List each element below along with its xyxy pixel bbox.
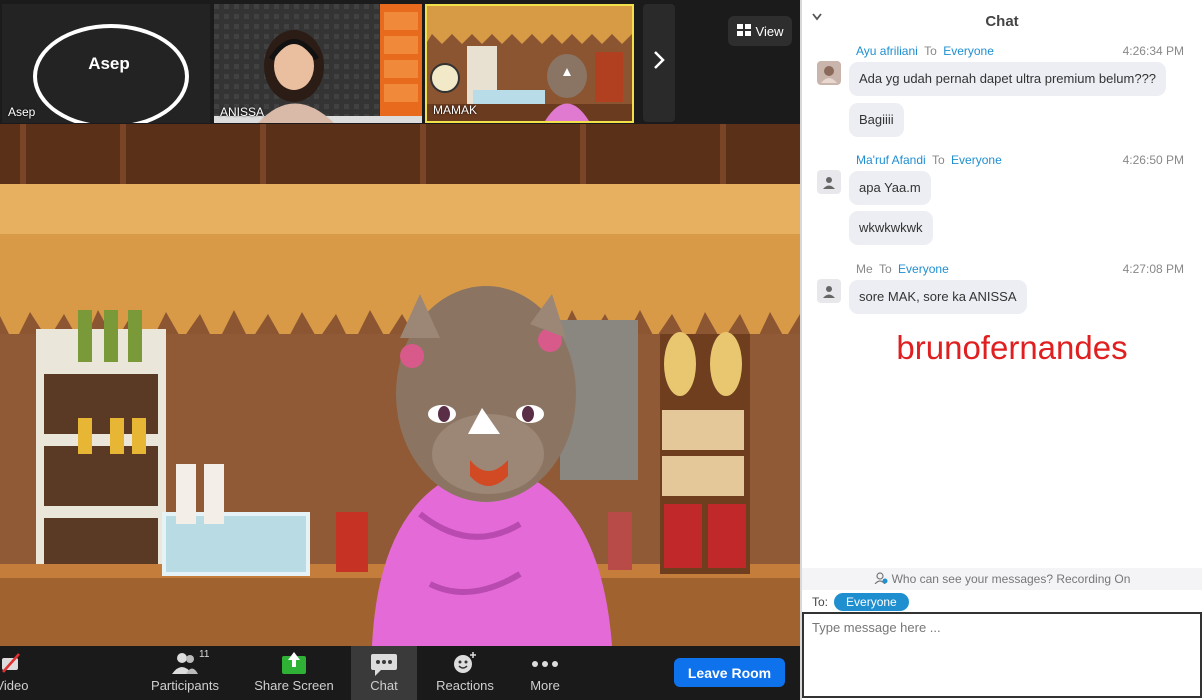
video-button[interactable]: Video: [0, 646, 30, 700]
participants-count-badge: 11: [199, 649, 210, 660]
message-time: 4:26:50 PM: [1122, 153, 1184, 167]
share-screen-label: Share Screen: [254, 678, 334, 693]
chat-header: Chat: [802, 0, 1202, 40]
participant-name-placeholder: Asep: [88, 54, 130, 73]
grid-view-icon: [736, 23, 751, 39]
emoji-add-icon: [432, 646, 498, 678]
reactions-label: Reactions: [436, 678, 494, 693]
participants-label: Participants: [151, 678, 219, 693]
message-meta: Ma'ruf Afandi To Everyone: [856, 153, 1002, 167]
chat-title: Chat: [985, 13, 1019, 30]
sender-name[interactable]: Ayu afriliani: [856, 44, 918, 58]
meeting-area: Asep Asep ANISSA MAMAK View ideo 11 Part…: [0, 0, 800, 700]
meeting-window: Asep Asep ANISSA MAMAK View ideo 11 Part…: [0, 0, 1202, 700]
chevron-right-icon: [652, 50, 666, 76]
message-bubble: Bagiiii: [849, 103, 904, 137]
participant-name-label: MAMAK: [433, 103, 478, 117]
to-word: To: [879, 262, 892, 276]
active-speaker-scene: [0, 124, 800, 646]
recipient-name: Everyone: [898, 262, 949, 276]
more-dots-icon: [516, 646, 574, 678]
chat-message-input[interactable]: [802, 612, 1202, 698]
participant-thumbnail-anissa[interactable]: ANISSA: [214, 4, 422, 123]
chat-button[interactable]: Chat: [351, 646, 417, 700]
to-word: To: [924, 44, 937, 58]
active-speaker-video: [0, 124, 800, 646]
chat-panel: Chat Ayu afriliani To Everyone 4:26:34 P…: [800, 0, 1202, 700]
meeting-toolbar: Video 11 Participants Share Screen C: [0, 646, 800, 700]
chat-privacy-notice[interactable]: Who can see your messages? Recording On: [802, 568, 1202, 590]
message-time: 4:27:08 PM: [1122, 262, 1184, 276]
chat-bubble-icon: [351, 646, 417, 678]
video-camera-icon: [0, 646, 30, 678]
message-time: 4:26:34 PM: [1122, 44, 1184, 58]
participant-name-label: Asep: [8, 105, 36, 119]
view-button-label: View: [755, 23, 784, 39]
message-bubble: sore MAK, sore ka ANISSA: [849, 280, 1027, 314]
reactions-button[interactable]: Reactions: [432, 646, 498, 700]
participants-icon: [148, 646, 222, 678]
message-meta: Me To Everyone: [856, 262, 949, 276]
view-button[interactable]: View: [728, 16, 792, 46]
participant-thumbnail-asep[interactable]: Asep Asep: [2, 4, 210, 123]
default-avatar-icon: [817, 279, 841, 303]
share-screen-button[interactable]: Share Screen: [254, 646, 334, 700]
person-lock-icon: [874, 571, 888, 587]
to-word: To: [932, 153, 945, 167]
recipient-selector-row: To: Everyone: [812, 592, 909, 612]
chat-label: Chat: [370, 678, 398, 693]
recipient-name: Everyone: [943, 44, 994, 58]
recipient-name: Everyone: [951, 153, 1002, 167]
participant-name-label: ANISSA: [220, 105, 265, 119]
message-bubble: wkwkwkwk: [849, 211, 933, 245]
video-label: Video: [0, 678, 29, 693]
default-avatar-icon: [817, 170, 841, 194]
overlay-annotation-text: brunofernandes: [896, 329, 1128, 366]
leave-room-button[interactable]: Leave Room: [674, 658, 785, 687]
message-bubble: Ada yg udah pernah dapet ultra premium b…: [849, 62, 1167, 96]
sender-name: Me: [856, 262, 873, 276]
recipient-dropdown[interactable]: Everyone: [834, 593, 909, 611]
more-label: More: [530, 678, 560, 693]
sender-name[interactable]: Ma'ruf Afandi: [856, 153, 926, 167]
message-meta: Ayu afriliani To Everyone: [856, 44, 994, 58]
message-bubble: apa Yaa.m: [849, 171, 931, 205]
privacy-text: Who can see your messages? Recording On: [891, 572, 1131, 586]
more-button[interactable]: More: [516, 646, 574, 700]
avatar: [817, 61, 841, 85]
participants-button[interactable]: 11 Participants: [148, 646, 222, 700]
thumbnail-strip: Asep Asep ANISSA MAMAK View: [0, 0, 800, 124]
to-label: To:: [812, 595, 829, 609]
next-page-button[interactable]: [643, 4, 675, 122]
participant-thumbnail-mamak[interactable]: MAMAK: [425, 4, 634, 123]
share-screen-icon: [254, 646, 334, 678]
